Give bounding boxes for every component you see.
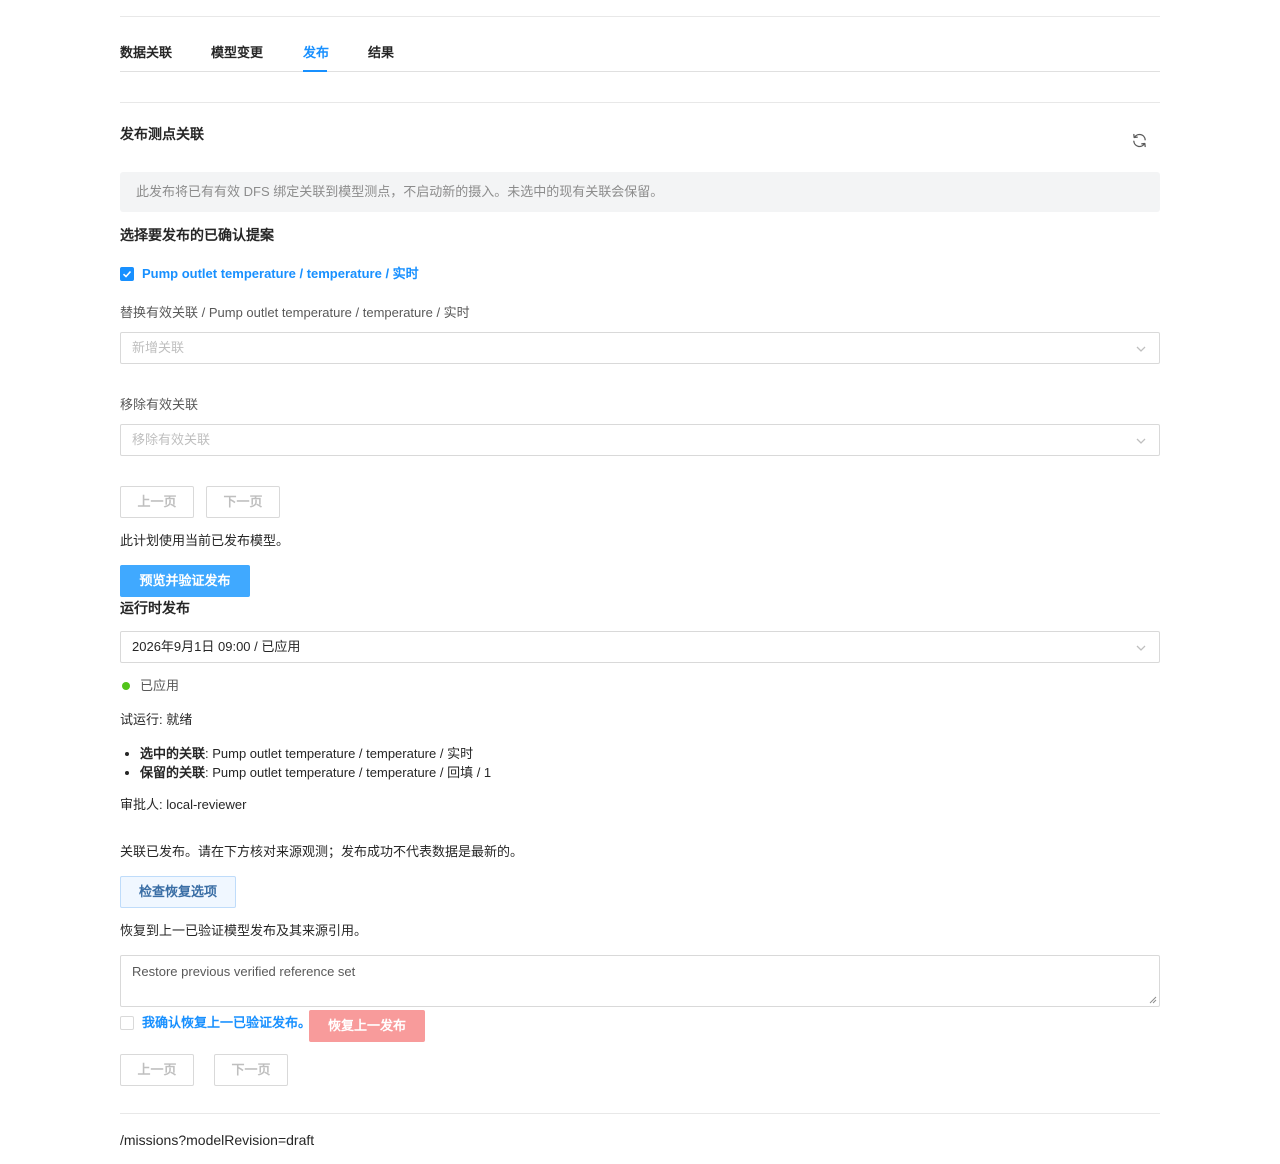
status-text: 已应用 [140, 678, 180, 693]
preview-validate-button[interactable]: 预览并验证发布 [120, 565, 250, 597]
next-page-button[interactable]: 下一页 [206, 486, 280, 518]
footer-path: /missions?modelRevision=draft [120, 1132, 315, 1148]
tab-model-change[interactable]: 模型变更 [211, 45, 263, 61]
plan-note: 此计划使用当前已发布模型。 [120, 533, 290, 548]
resize-grip-icon[interactable] [1149, 996, 1157, 1004]
check-icon [122, 270, 132, 278]
tab-result[interactable]: 结果 [368, 45, 394, 61]
check-recovery-button[interactable]: 检查恢复选项 [120, 876, 236, 908]
replace-select-placeholder: 新增关联 [132, 340, 185, 355]
remove-select-placeholder: 移除有效关联 [132, 432, 211, 447]
prev-page-button[interactable]: 上一页 [120, 486, 194, 518]
tab-data-association[interactable]: 数据关联 [120, 45, 172, 61]
chevron-down-icon [1136, 438, 1146, 444]
publish-notice: 此发布将已有有效 DFS 绑定关联到模型测点，不启动新的摄入。未选中的现有关联会… [120, 172, 1160, 212]
association-details: 选中的关联: Pump outlet temperature / tempera… [120, 744, 491, 782]
replace-select[interactable]: 新增关联 [120, 332, 1160, 364]
restore-previous-button[interactable]: 恢复上一发布 [309, 1010, 425, 1042]
chevron-down-icon [1136, 645, 1146, 651]
recovery-reason-value: Restore previous verified reference set [132, 964, 356, 979]
section-divider [120, 102, 1160, 103]
remove-select[interactable]: 移除有效关联 [120, 424, 1160, 456]
active-tab-indicator [303, 70, 327, 72]
runtime-select-value: 2026年9月1日 09:00 / 已应用 [132, 639, 301, 654]
next-page-button[interactable]: 下一页 [214, 1054, 288, 1086]
confirm-restore-label[interactable]: 我确认恢复上一已验证发布。 [142, 1015, 311, 1031]
remove-label: 移除有效关联 [120, 397, 199, 412]
top-divider [120, 16, 1160, 17]
prev-page-button[interactable]: 上一页 [120, 1054, 194, 1086]
list-item: 选中的关联: Pump outlet temperature / tempera… [140, 744, 491, 763]
recovery-note: 恢复到上一已验证模型发布及其来源引用。 [120, 923, 368, 938]
proposal-label[interactable]: Pump outlet temperature / temperature / … [142, 266, 419, 282]
published-note: 关联已发布。请在下方核对来源观测；发布成功不代表数据是最新的。 [120, 844, 524, 859]
runtime-title: 运行时发布 [120, 600, 190, 616]
detail-value: : Pump outlet temperature / temperature … [205, 765, 492, 780]
approver: 审批人: local-reviewer [120, 797, 247, 812]
detail-value: : Pump outlet temperature / temperature … [205, 746, 474, 761]
trial-run-status: 试运行: 就绪 [120, 712, 193, 727]
proposals-heading: 选择要发布的已确认提案 [120, 227, 274, 243]
confirm-restore-checkbox[interactable] [120, 1016, 134, 1030]
tab-publish[interactable]: 发布 [303, 45, 329, 61]
runtime-select[interactable]: 2026年9月1日 09:00 / 已应用 [120, 631, 1160, 663]
proposal-checkbox[interactable] [120, 267, 134, 281]
section-title: 发布测点关联 [120, 126, 204, 142]
refresh-icon[interactable] [1131, 132, 1148, 152]
tabs-baseline [120, 71, 1160, 72]
chevron-down-icon [1136, 346, 1146, 352]
detail-key: 选中的关联 [140, 746, 206, 761]
recovery-reason-textarea[interactable]: Restore previous verified reference set [120, 955, 1160, 1007]
list-item: 保留的关联: Pump outlet temperature / tempera… [140, 763, 491, 782]
footer-divider [120, 1113, 1160, 1114]
detail-key: 保留的关联 [140, 765, 206, 780]
replace-label: 替换有效关联 / Pump outlet temperature / tempe… [120, 305, 470, 320]
status-dot [122, 682, 130, 690]
